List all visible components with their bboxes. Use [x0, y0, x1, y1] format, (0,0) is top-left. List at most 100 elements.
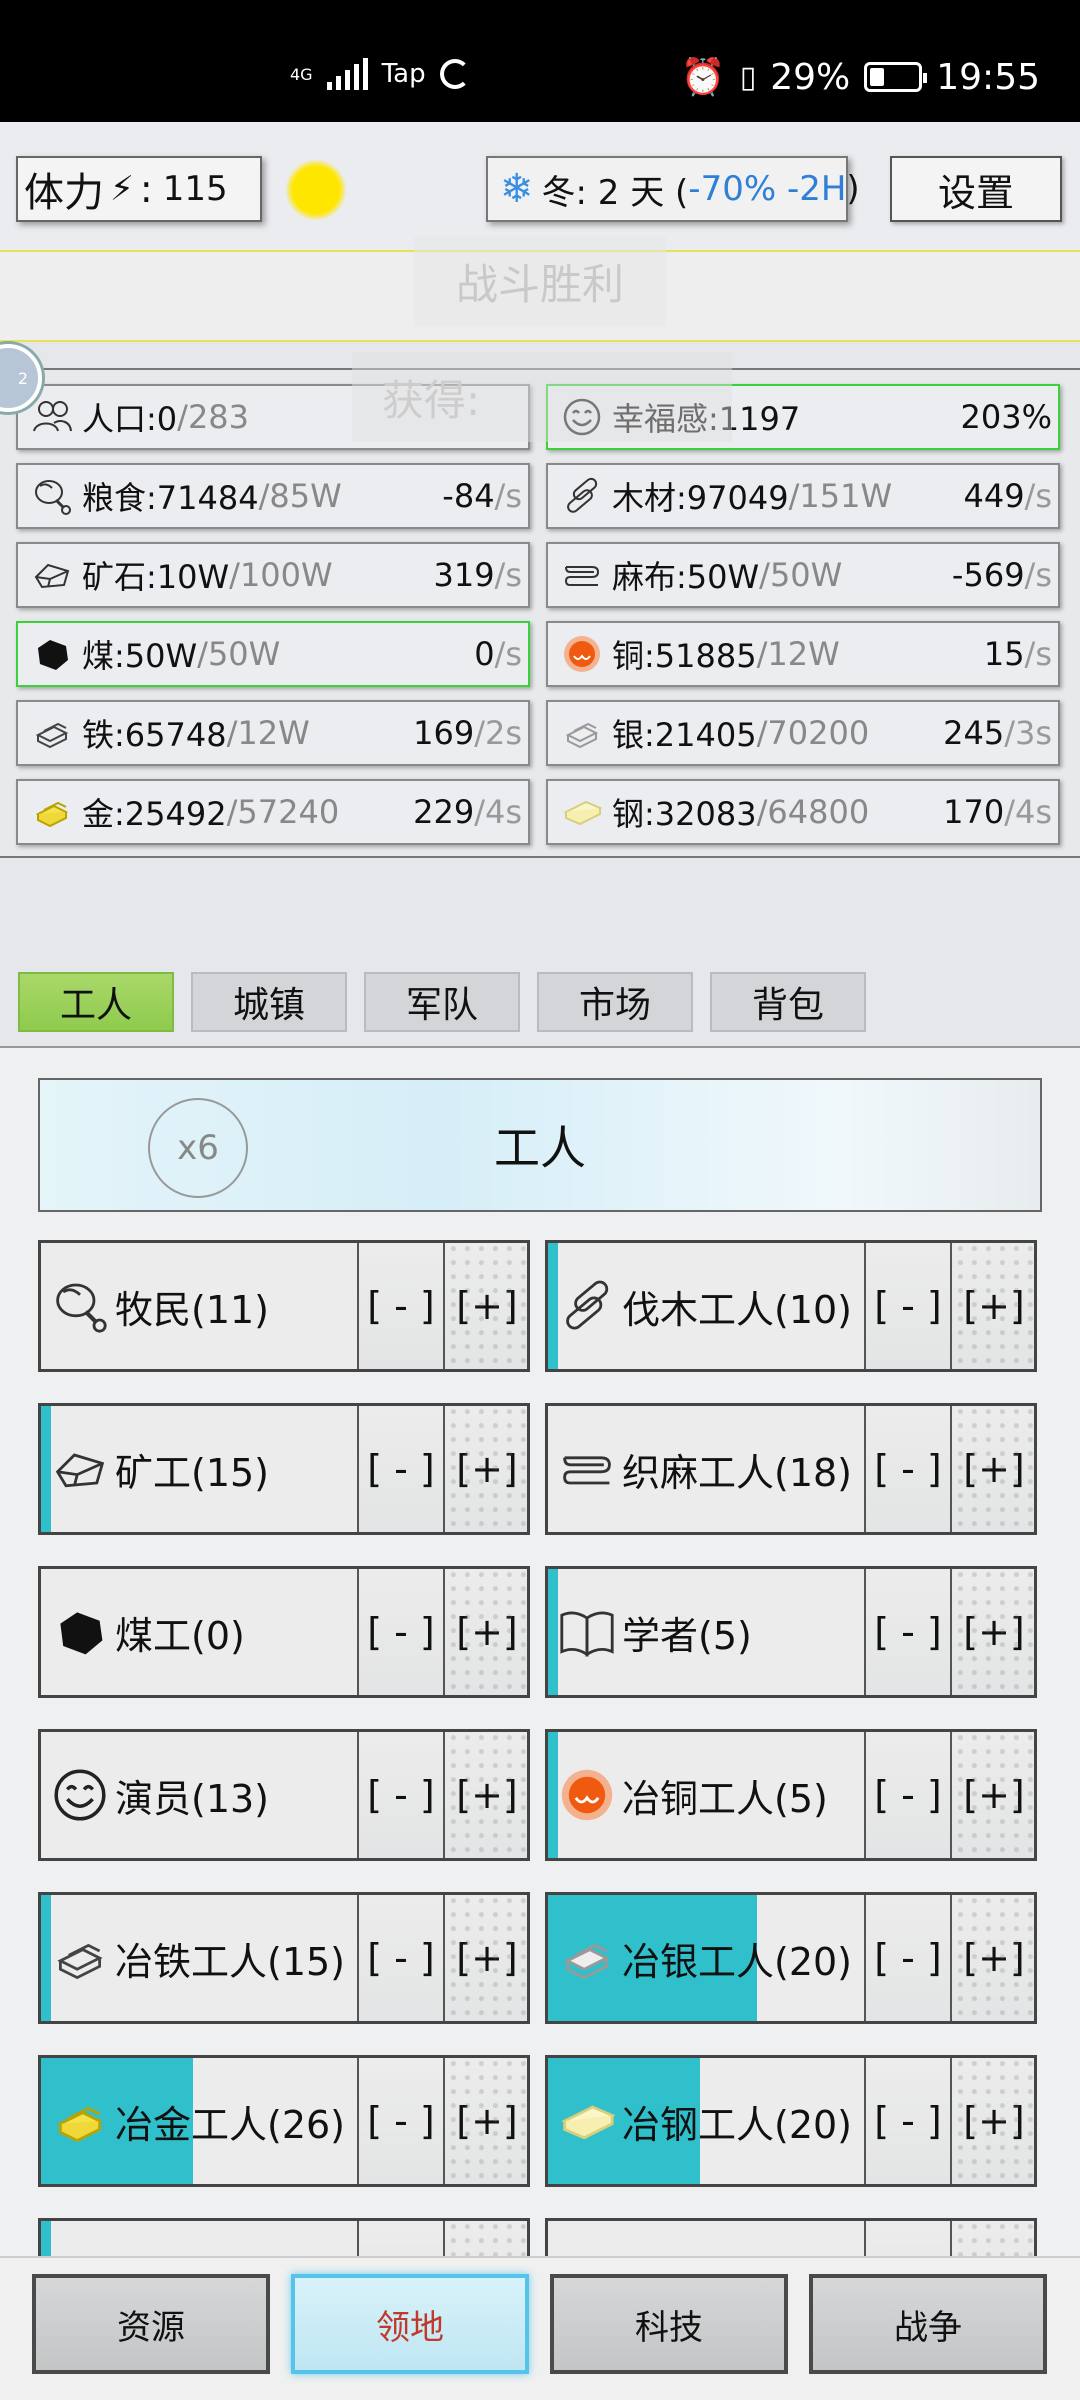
- job-decrease-button[interactable]: [ - ]: [357, 2058, 443, 2184]
- resource-ore[interactable]: 矿石:10W/100W 319/s: [16, 542, 530, 608]
- job-label: 演员(13): [115, 1776, 270, 1821]
- category-tab-0[interactable]: 工人: [18, 972, 174, 1032]
- resource-cap: /85W: [258, 477, 342, 515]
- stamina-display: 体力 ⚡ : 115: [16, 156, 262, 222]
- resource-rate-unit: /s: [1024, 635, 1052, 673]
- resource-steel[interactable]: 钢:32083/64800 170/4s: [546, 779, 1060, 845]
- category-tab-3[interactable]: 市场: [537, 972, 693, 1032]
- resource-name: 钢:32083: [612, 795, 757, 833]
- settings-button[interactable]: 设置: [890, 156, 1062, 222]
- job-assign[interactable]: 煤工(0): [41, 1569, 357, 1695]
- category-tab-2[interactable]: 军队: [364, 972, 520, 1032]
- job-decrease-button[interactable]: [ - ]: [864, 1243, 950, 1369]
- meat-icon: [24, 476, 80, 516]
- resource-cloth[interactable]: 麻布:50W/50W -569/s: [546, 542, 1060, 608]
- job-increase-button[interactable]: [+]: [950, 1243, 1034, 1369]
- job-assign[interactable]: 伐木工人(10): [548, 1243, 864, 1369]
- job-increase-button[interactable]: [+]: [443, 1406, 527, 1532]
- job-decrease-button[interactable]: [ - ]: [357, 1895, 443, 2021]
- resource-coal[interactable]: 煤:50W/50W 0/s: [16, 621, 530, 687]
- job-increase-button[interactable]: [+]: [950, 1569, 1034, 1695]
- job-label: 煤工(0): [115, 1613, 245, 1658]
- job-decrease-button[interactable]: [ - ]: [357, 2221, 443, 2256]
- job-increase-button[interactable]: [+]: [950, 1732, 1034, 1858]
- job-assign[interactable]: 冶钢工人(20): [548, 2058, 864, 2184]
- resource-name: 木材:97049: [612, 479, 789, 517]
- resource-silver[interactable]: 银:21405/70200 245/3s: [546, 700, 1060, 766]
- bottom-nav: 资源 领地 科技 战争: [0, 2256, 1080, 2400]
- gold-icon: [45, 2093, 115, 2149]
- job-card: 铸铜钱工人[ - ][+]: [38, 2218, 530, 2256]
- job-assign[interactable]: 冶铁工人(15): [41, 1895, 357, 2021]
- resource-name: 粮食:71484: [82, 479, 259, 517]
- steel-icon: [552, 2093, 622, 2149]
- resource-rate-unit: /s: [494, 477, 522, 515]
- job-increase-button[interactable]: [+]: [950, 1895, 1034, 2021]
- resource-rate-value: 169: [413, 714, 475, 752]
- resource-rate-value: 245: [943, 714, 1005, 752]
- resource-rate-unit: /2s: [474, 714, 522, 752]
- job-decrease-button[interactable]: [ - ]: [864, 2221, 950, 2256]
- wood-icon: [552, 1278, 622, 1334]
- job-assign[interactable]: 矿工(15): [41, 1406, 357, 1532]
- job-assign[interactable]: 牧民(11): [41, 1243, 357, 1369]
- category-tab-4[interactable]: 背包: [710, 972, 866, 1032]
- job-assign[interactable]: 冶银工人(20): [548, 1895, 864, 2021]
- nav-button-0[interactable]: 资源: [32, 2274, 270, 2374]
- job-increase-button[interactable]: [+]: [443, 1243, 527, 1369]
- job-increase-button[interactable]: [+]: [443, 2221, 527, 2256]
- resource-rate: 229/4s: [413, 793, 522, 831]
- job-increase-button[interactable]: [+]: [443, 1732, 527, 1858]
- job-decrease-button[interactable]: [ - ]: [864, 2058, 950, 2184]
- job-decrease-button[interactable]: [ - ]: [864, 1895, 950, 2021]
- season-display[interactable]: ❄ 冬: 2 天 ( -70% -2H ): [486, 156, 860, 222]
- job-card: 织麻工人(18)[ - ] [+]: [545, 1403, 1037, 1535]
- resource-gold[interactable]: 金:25492/57240 229/4s: [16, 779, 530, 845]
- resource-copper[interactable]: 铜:51885/12W 15/s: [546, 621, 1060, 687]
- cloth-icon: [554, 555, 610, 595]
- nav-button-3[interactable]: 战争: [809, 2274, 1047, 2374]
- workers-header: 工人 x6: [38, 1078, 1042, 1212]
- vibrate-icon: ▯: [739, 59, 757, 95]
- job-increase-button[interactable]: [+]: [950, 1406, 1034, 1532]
- job-assign[interactable]: 织麻工人(18): [548, 1406, 864, 1532]
- job-increase-button[interactable]: [+]: [443, 2058, 527, 2184]
- job-decrease-button[interactable]: [ - ]: [357, 1243, 443, 1369]
- job-assign[interactable]: 冶金工人(26): [41, 2058, 357, 2184]
- job-decrease-button[interactable]: [ - ]: [357, 1406, 443, 1532]
- job-label: 冶金工人(26): [115, 2102, 346, 2147]
- resource-rate-unit: /s: [494, 556, 522, 594]
- job-decrease-button[interactable]: [ - ]: [864, 1569, 950, 1695]
- job-decrease-button[interactable]: [ - ]: [357, 1569, 443, 1695]
- category-tab-1[interactable]: 城镇: [191, 972, 347, 1032]
- job-assign[interactable]: 铸银两工人: [548, 2221, 864, 2256]
- nav-button-2[interactable]: 科技: [550, 2274, 788, 2374]
- resource-cap: /64800: [756, 793, 870, 831]
- job-decrease-button[interactable]: [ - ]: [864, 1406, 950, 1532]
- job-assign[interactable]: 学者(5): [548, 1569, 864, 1695]
- job-increase-button[interactable]: [+]: [443, 1895, 527, 2021]
- job-increase-button[interactable]: [+]: [950, 2221, 1034, 2256]
- job-increase-button[interactable]: [+]: [443, 1569, 527, 1695]
- copper-icon: [552, 1767, 622, 1823]
- resource-wood[interactable]: 木材:97049/151W 449/s: [546, 463, 1060, 529]
- job-assign[interactable]: 冶铜工人(5): [548, 1732, 864, 1858]
- resource-rate-value: 319: [433, 556, 495, 594]
- resource-meat[interactable]: 粮食:71484/85W -84/s: [16, 463, 530, 529]
- job-label: 伐木工人(10): [622, 1287, 853, 1332]
- resource-rate: -569/s: [952, 556, 1052, 594]
- sun-icon: [286, 160, 346, 220]
- multiplier-button[interactable]: x6: [148, 1098, 248, 1198]
- season-suffix: ): [846, 169, 860, 209]
- job-assign[interactable]: 演员(13): [41, 1732, 357, 1858]
- resource-rate-value: 0: [474, 635, 495, 673]
- job-decrease-button[interactable]: [ - ]: [357, 1732, 443, 1858]
- nav-button-1[interactable]: 领地: [291, 2274, 529, 2374]
- cloth-icon: [552, 1441, 622, 1497]
- coal-icon: [24, 634, 80, 674]
- job-increase-button[interactable]: [+]: [950, 2058, 1034, 2184]
- job-assign[interactable]: 铸铜钱工人: [41, 2221, 357, 2256]
- resource-iron[interactable]: 铁:65748/12W 169/2s: [16, 700, 530, 766]
- job-decrease-button[interactable]: [ - ]: [864, 1732, 950, 1858]
- resource-name: 人口:0: [82, 400, 178, 438]
